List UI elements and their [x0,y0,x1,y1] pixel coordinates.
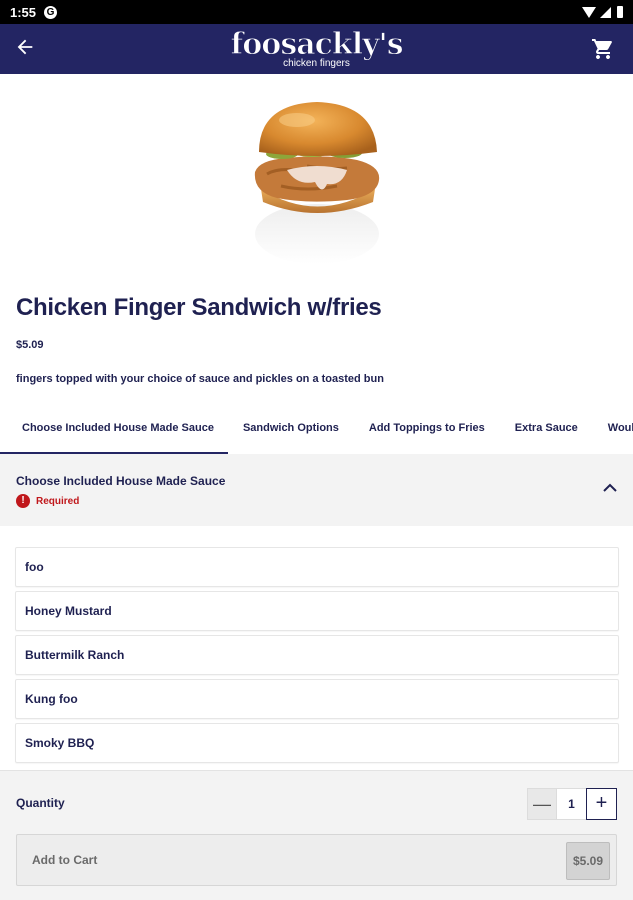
cart-icon [592,39,612,59]
product-price: $5.09 [16,339,44,351]
options-tabs: Choose Included House Made Sauce Sandwic… [0,412,633,454]
brand-logo: foosackly's chicken fingers [230,26,404,69]
decrease-button[interactable]: — [527,788,557,820]
app-bar: foosackly's chicken fingers [0,24,633,74]
product-image [0,74,633,284]
sauce-options-list: foo Honey Mustard Buttermilk Ranch Kung … [15,547,619,767]
list-item[interactable]: Smoky BBQ [15,723,619,763]
cart-total-amount: $5.09 [566,842,610,880]
required-indicator: ! Required [16,494,617,508]
sandwich-image [254,102,379,264]
required-label: Required [36,495,80,507]
quantity-value: 1 [557,788,586,820]
list-item[interactable]: Buttermilk Ranch [15,635,619,675]
list-item[interactable]: Honey Mustard [15,591,619,631]
tab-sandwich-options[interactable]: Sandwich Options [228,412,354,454]
product-description: fingers topped with your choice of sauce… [16,373,384,385]
tab-add-toppings-fries[interactable]: Add Toppings to Fries [354,412,500,454]
tab-extra-sauce[interactable]: Extra Sauce [500,412,593,454]
alert-icon: ! [16,494,30,508]
signal-icon [600,6,611,18]
arrow-left-icon [17,39,33,55]
brand-name: foosackly's [230,26,404,62]
back-button[interactable] [14,36,42,62]
wifi-icon [582,6,596,18]
status-time: 1:55 [10,4,37,20]
chevron-up-icon[interactable] [603,480,617,496]
list-item[interactable]: foo [15,547,619,587]
quantity-label: Quantity [16,796,65,810]
tab-included-sauce[interactable]: Choose Included House Made Sauce [0,412,228,454]
add-to-cart-button[interactable]: Add to Cart $5.09 [16,834,617,886]
status-bar: 1:55 G [0,0,633,24]
status-icons [582,6,623,18]
add-to-cart-label: Add to Cart [32,853,98,867]
battery-icon [617,6,623,18]
bottom-panel: Quantity — 1 + Add to Cart $5.09 [0,770,633,900]
section-title: Choose Included House Made Sauce [16,474,226,488]
tab-would-you[interactable]: Would you [593,412,633,454]
notification-icon: G [44,5,58,19]
increase-button[interactable]: + [586,788,617,820]
quantity-stepper: — 1 + [527,788,617,820]
product-title: Chicken Finger Sandwich w/fries [16,294,382,321]
cart-button[interactable] [591,37,619,61]
sauce-section-header[interactable]: Choose Included House Made Sauce ! Requi… [0,454,633,526]
list-item[interactable]: Kung foo [15,679,619,719]
